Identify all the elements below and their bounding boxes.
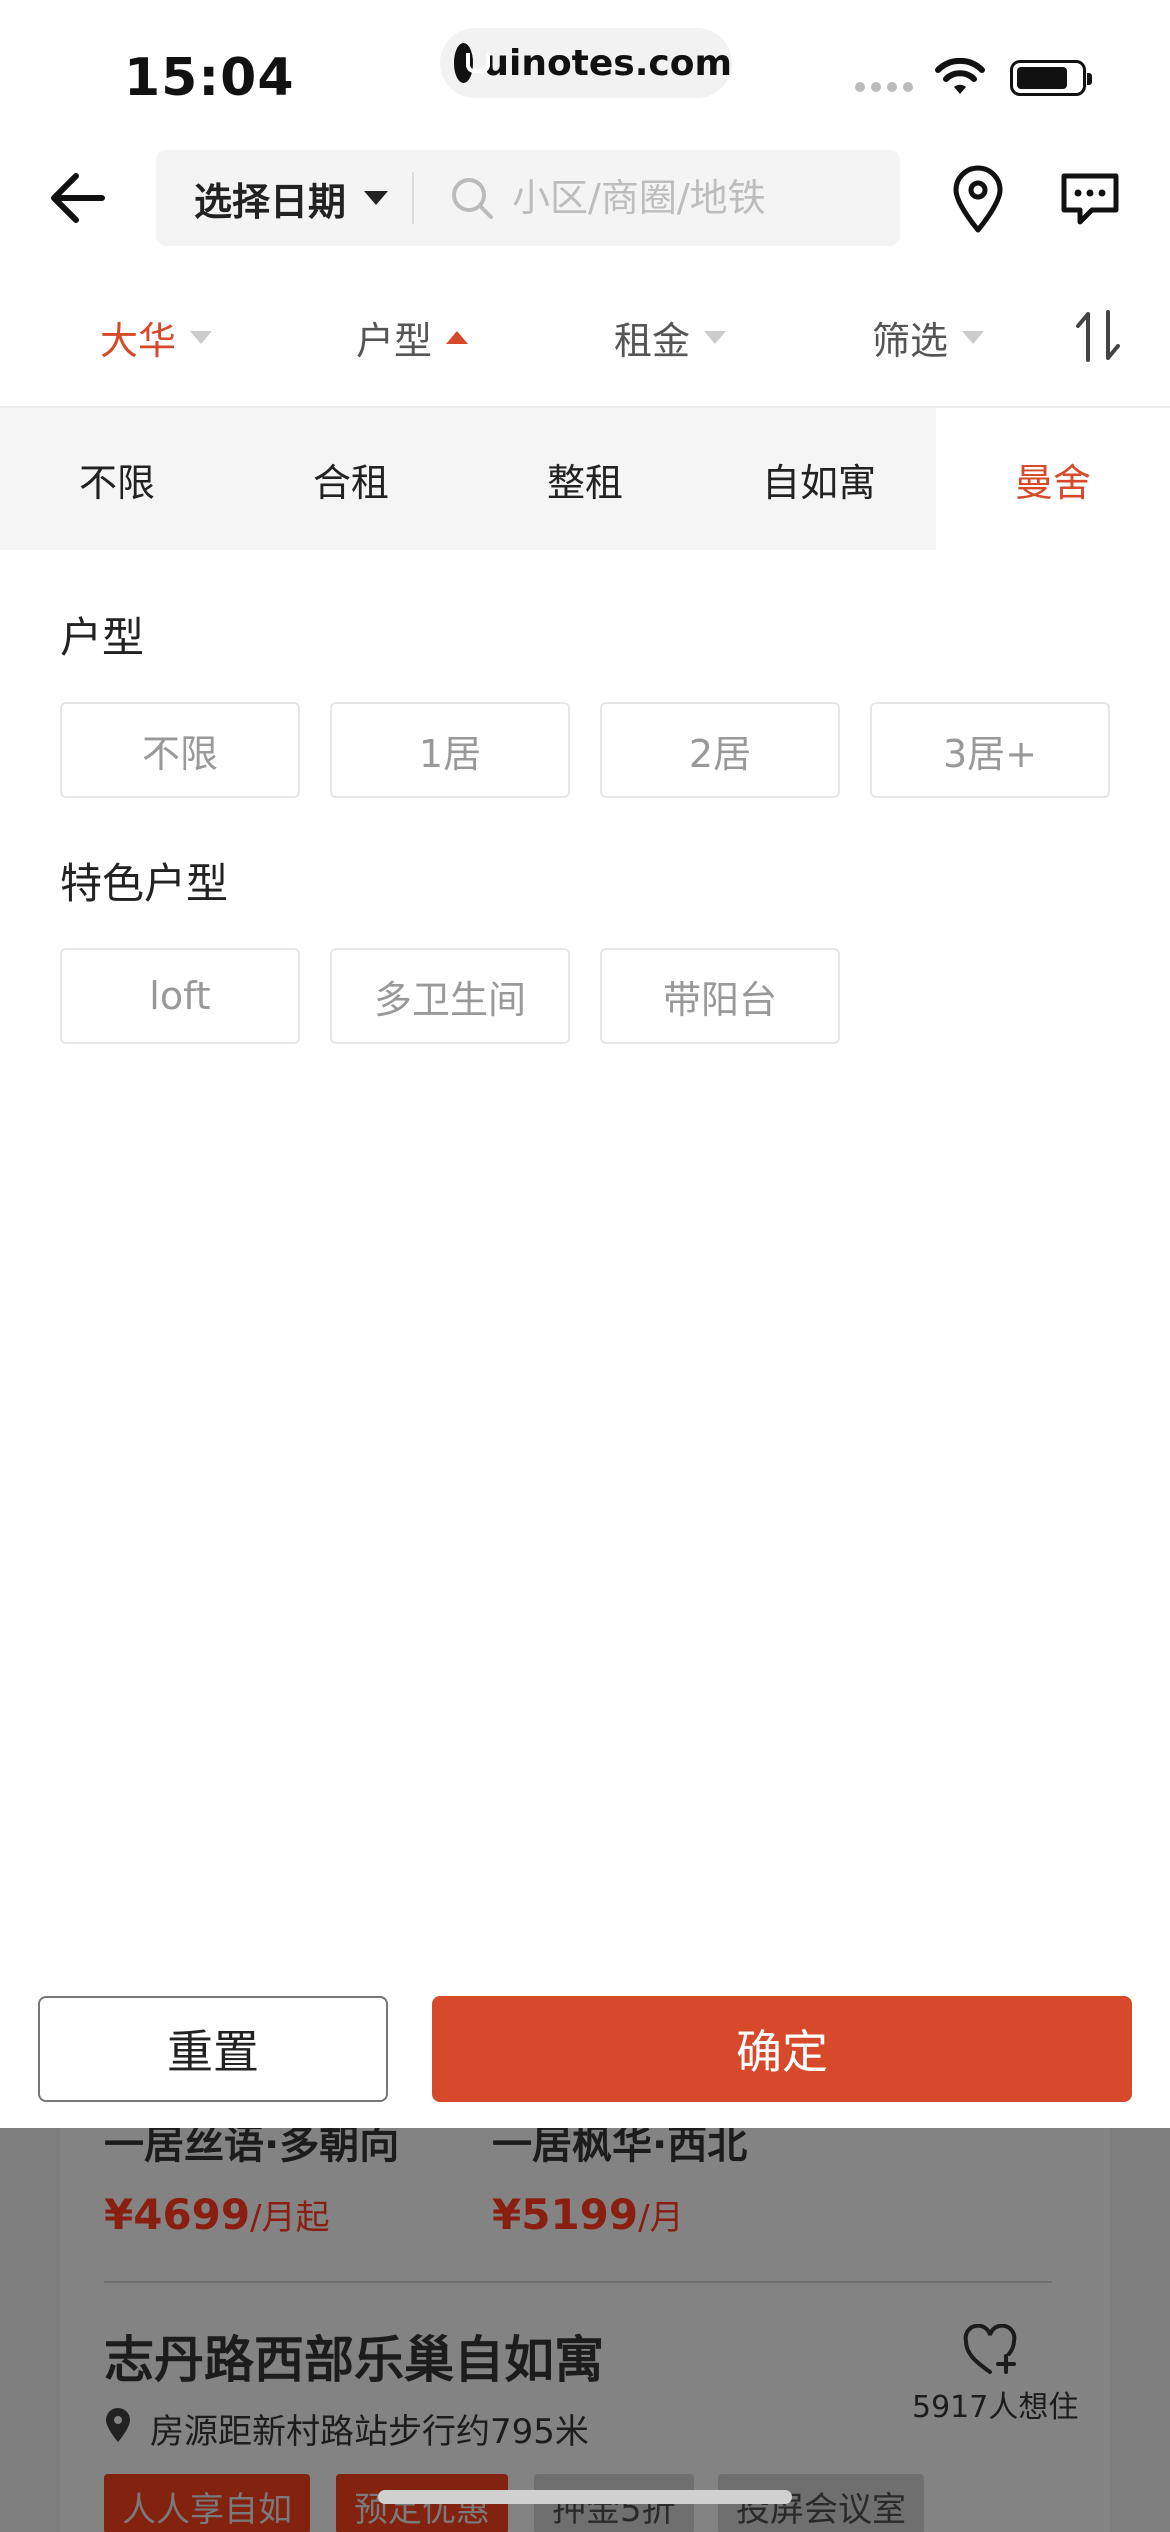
special-layout-section-title: 特色户型: [60, 859, 229, 908]
wifi-icon: [935, 58, 985, 94]
message-icon[interactable]: [1058, 168, 1122, 228]
chevron-up-icon: [446, 331, 469, 344]
filter-tab-area-label: 大华: [100, 319, 177, 363]
special-option-balcony[interactable]: 带阳台: [600, 948, 840, 1044]
location-pin-icon: [106, 2408, 130, 2442]
special-option-multi-bathroom[interactable]: 多卫生间: [330, 948, 570, 1044]
unit-price-suffix: /月起: [250, 2198, 330, 2238]
filter-tab-layout-label: 户型: [356, 319, 433, 363]
filter-tab-more-label: 筛选: [872, 319, 949, 363]
battery-icon: [1010, 60, 1092, 96]
divider: [412, 172, 415, 224]
date-select-label: 选择日期: [194, 179, 347, 224]
search-icon: [452, 178, 494, 219]
wish-count: 5917人想住: [912, 2390, 1079, 2425]
filter-bar: 大华 户型 租金 筛选: [0, 290, 1170, 380]
favorite-heart-icon[interactable]: [962, 2324, 1018, 2376]
location-pin-icon[interactable]: [950, 164, 1006, 234]
layout-option-3br-plus[interactable]: 3居+: [870, 702, 1110, 798]
rental-type-selector: 不限 合租 整租 自如寓 曼舍: [0, 408, 1170, 550]
filter-action-bar: 重置 确定: [0, 1970, 1170, 2128]
listing-distance: 房源距新村路站步行约795米: [150, 2412, 589, 2452]
unit-price-value: ¥5199: [492, 2190, 639, 2239]
layout-option-any[interactable]: 不限: [60, 702, 300, 798]
layout-section-title: 户型: [60, 613, 145, 662]
listing-tag: 人人享自如: [104, 2474, 310, 2532]
filter-tab-more[interactable]: 筛选: [872, 310, 985, 365]
filter-tab-area[interactable]: 大华: [100, 310, 213, 365]
chevron-down-icon: [962, 331, 985, 344]
uinotes-logo-icon: [454, 43, 491, 83]
status-time: 15:04: [124, 48, 295, 108]
divider: [104, 2281, 1052, 2283]
rental-type-any[interactable]: 不限: [0, 408, 234, 550]
status-bar: 15:04 uinotes.com: [0, 0, 1170, 140]
date-select-dropdown[interactable]: 选择日期: [156, 150, 412, 246]
back-arrow-icon[interactable]: [48, 170, 108, 226]
unit-title: 一居丝语·多朝向: [104, 2128, 400, 2168]
dimmed-overlay[interactable]: 一居丝语·多朝向 一居枫华·西北 ¥4699/月起 ¥5199/月 志丹路西部乐…: [0, 2128, 1170, 2532]
layout-option-1br[interactable]: 1居: [330, 702, 570, 798]
unit-price-value: ¥4699: [104, 2190, 251, 2239]
home-indicator[interactable]: [378, 2490, 792, 2504]
listing-name: 志丹路西部乐巢自如寓: [104, 2331, 604, 2389]
sort-icon[interactable]: [1074, 308, 1122, 364]
unit-title: 一居枫华·西北: [492, 2128, 748, 2168]
unit-price: ¥4699/月起: [104, 2190, 330, 2239]
chevron-down-icon: [364, 191, 389, 205]
search-input[interactable]: [512, 176, 873, 220]
filter-tab-rent[interactable]: 租金: [614, 310, 727, 365]
confirm-button[interactable]: 确定: [432, 1996, 1132, 2102]
layout-option-2br[interactable]: 2居: [600, 702, 840, 798]
special-option-loft[interactable]: loft: [60, 948, 300, 1044]
watermark-badge: uinotes.com: [440, 28, 732, 98]
chevron-down-icon: [704, 331, 727, 344]
filter-tab-rent-label: 租金: [614, 319, 691, 363]
rental-type-ziroom-apartment[interactable]: 自如寓: [702, 408, 936, 550]
search-header: 选择日期: [0, 150, 1170, 246]
rental-type-shared[interactable]: 合租: [234, 408, 468, 550]
reset-button[interactable]: 重置: [38, 1996, 388, 2102]
filter-tab-layout[interactable]: 户型: [356, 310, 469, 365]
rental-type-whole[interactable]: 整租: [468, 408, 702, 550]
unit-price-suffix: /月: [638, 2198, 684, 2238]
cellular-signal-icon: [855, 82, 913, 92]
unit-price: ¥5199/月: [492, 2190, 684, 2239]
watermark-text: uinotes.com: [483, 42, 732, 84]
rental-type-manshe[interactable]: 曼舍: [936, 408, 1170, 550]
chevron-down-icon: [190, 331, 213, 344]
search-bar: 选择日期: [156, 150, 900, 246]
